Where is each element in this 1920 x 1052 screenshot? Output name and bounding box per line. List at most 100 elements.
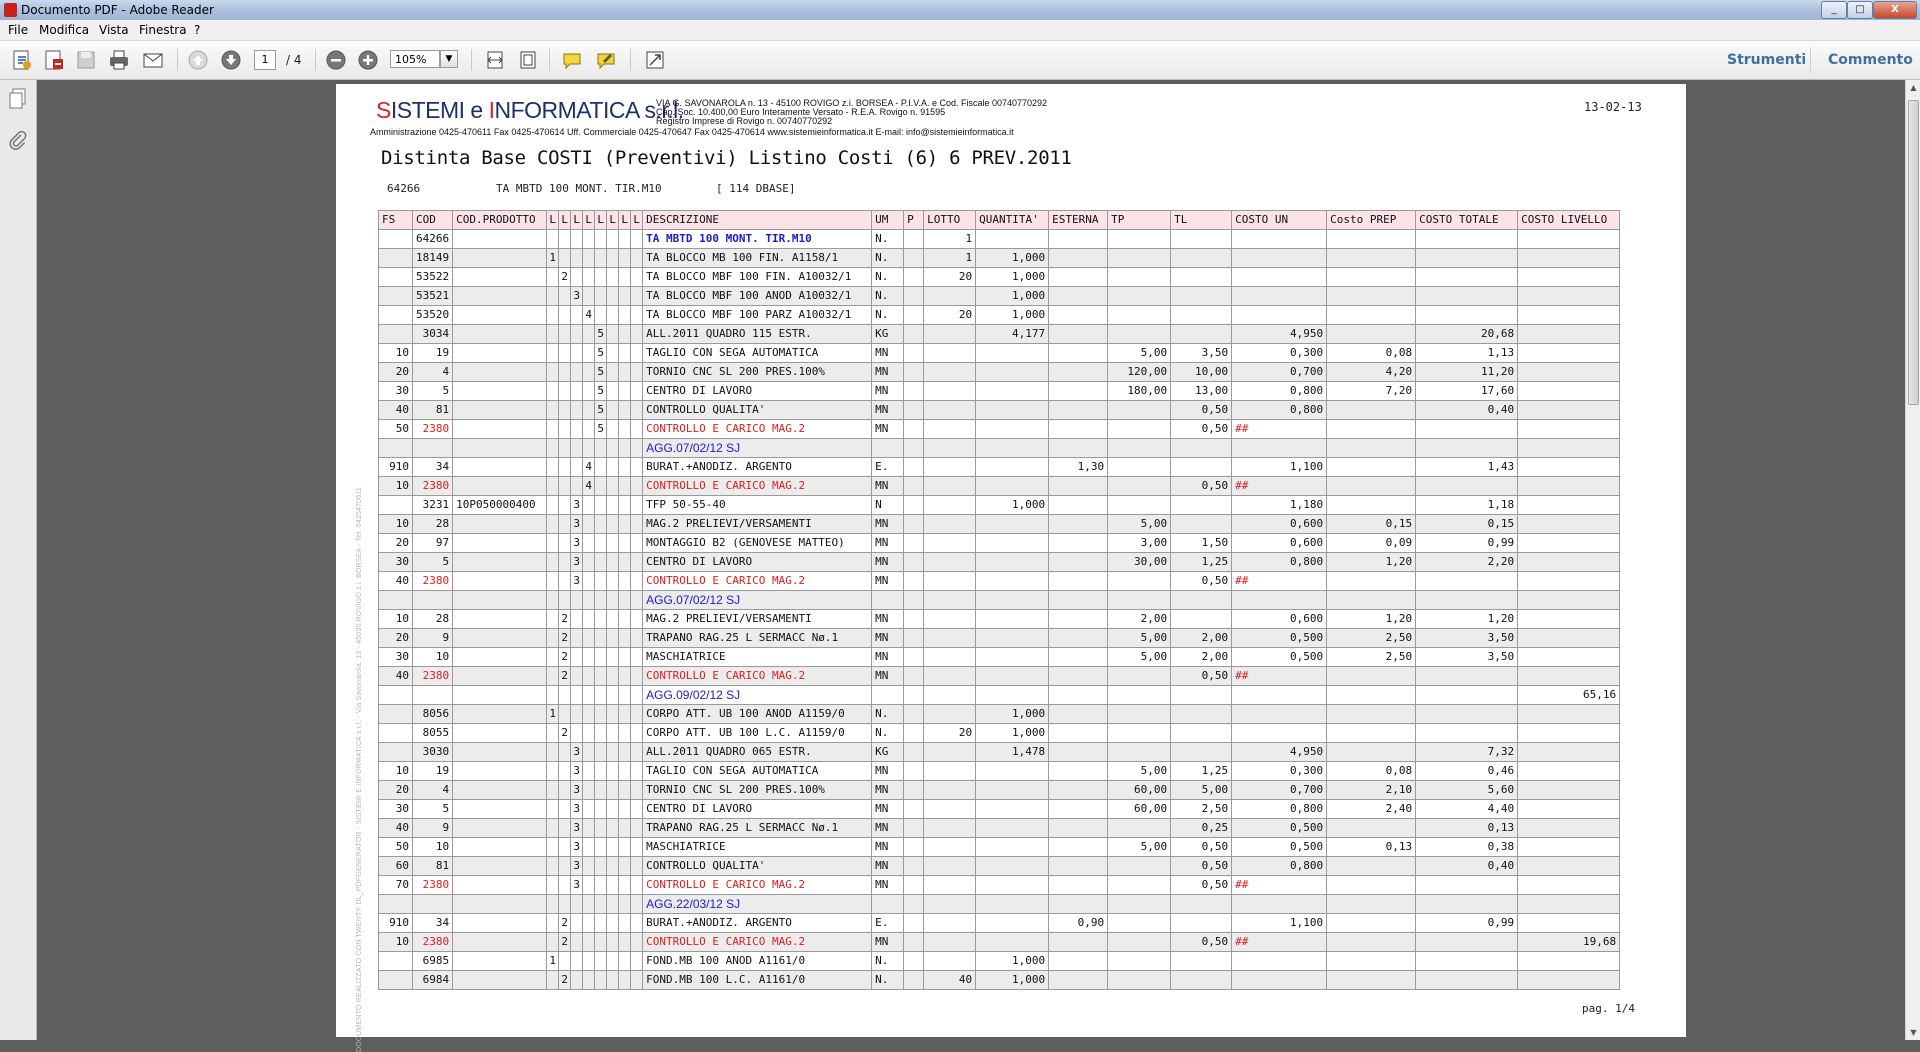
cell-level <box>630 552 644 572</box>
column-header: TP <box>1107 210 1172 230</box>
cell-cliv <box>1517 552 1621 572</box>
print-icon[interactable] <box>107 48 131 72</box>
table-row: 10 28 3 MAG.2 PRELIEVI/VERSAMENTI MN 5,00 0,60… <box>378 514 1621 534</box>
scroll-down-icon[interactable]: ▼ <box>1906 1025 1920 1040</box>
cell-cod: 97 <box>411 533 454 553</box>
comment-panel-link[interactable]: Commento <box>1828 52 1913 68</box>
cell-qta <box>975 647 1050 667</box>
cell-qta <box>975 818 1050 838</box>
cell-ctot: 20,68 <box>1415 324 1519 344</box>
vertical-scrollbar[interactable]: ▲ ▼ <box>1905 80 1920 1040</box>
cell-level <box>594 457 608 477</box>
previous-page-icon[interactable] <box>186 48 210 72</box>
page-thumbnails-icon[interactable] <box>8 88 28 110</box>
tools-panel-link[interactable]: Strumenti <box>1727 52 1806 68</box>
cell-p <box>903 343 925 363</box>
menu-modifica[interactable]: Modifica <box>39 23 89 37</box>
document-area[interactable]: SISTEMI e INFORMATICA s.r.l. VIA G. SAVO… <box>37 80 1920 1052</box>
cell-level <box>630 343 644 363</box>
cell-um: MN <box>871 780 905 800</box>
cell-level <box>558 381 572 401</box>
sign-icon[interactable] <box>594 48 618 72</box>
cell-qta <box>975 799 1050 819</box>
cell-tp <box>1107 400 1172 420</box>
company-logo: SISTEMI e INFORMATICA s.r.l. <box>376 97 684 124</box>
cell-desc: CENTRO DI LAVORO <box>642 799 873 819</box>
edit-pdf-icon[interactable] <box>42 48 66 72</box>
table-row: 50 2380 5 CONTROLLO E CARICO MAG.2 MN 0,50 ## <box>378 419 1621 439</box>
cell-level <box>618 723 632 743</box>
cell-cliv <box>1517 875 1621 895</box>
cell-fs: 30 <box>378 647 413 667</box>
cell-tl: 3,50 <box>1170 343 1233 363</box>
cell-level: 2 <box>558 267 572 287</box>
zoom-input[interactable]: 105% <box>390 50 440 68</box>
cell-level: 3 <box>570 837 584 857</box>
cell-tl: 0,25 <box>1170 818 1233 838</box>
cell-prod <box>452 324 548 344</box>
cell-tp <box>1107 913 1172 933</box>
cell-level <box>570 685 584 705</box>
cell-p <box>903 362 925 382</box>
zoom-dropdown-icon[interactable]: ▼ <box>440 50 458 68</box>
close-button[interactable]: X <box>1873 1 1917 19</box>
zoom-out-icon[interactable] <box>324 48 348 72</box>
cell-tp <box>1107 286 1172 306</box>
cell-level <box>630 837 644 857</box>
next-page-icon[interactable] <box>219 48 243 72</box>
comment-bubble-icon[interactable] <box>560 48 584 72</box>
cell-qta <box>975 457 1050 477</box>
cell-fs <box>378 248 413 268</box>
cell-cod: 2380 <box>411 666 454 686</box>
cell-tp: 3,00 <box>1107 533 1172 553</box>
cell-tl: 0,50 <box>1170 856 1233 876</box>
menu-vista[interactable]: Vista <box>99 23 129 37</box>
cell-desc: TAGLIO CON SEGA AUTOMATICA <box>642 761 873 781</box>
zoom-in-icon[interactable] <box>356 48 380 72</box>
cell-um: N <box>871 495 905 515</box>
scroll-up-icon[interactable]: ▲ <box>1906 80 1920 95</box>
cell-level <box>606 476 620 496</box>
cell-level <box>546 229 560 249</box>
cell-est <box>1048 875 1109 895</box>
cell-cprep: 2,50 <box>1326 647 1417 667</box>
table-row: 20 4 3 TORNIO CNC SL 200 PRES.100% MN 60,00 5,… <box>378 780 1621 800</box>
fit-width-icon[interactable] <box>483 48 507 72</box>
scroll-thumb[interactable] <box>1908 100 1919 405</box>
cell-lotto <box>923 495 977 515</box>
cell-fs: 40 <box>378 666 413 686</box>
cell-p <box>903 913 925 933</box>
fullscreen-icon[interactable] <box>643 48 667 72</box>
cell-level <box>618 419 632 439</box>
cell-um <box>871 685 905 705</box>
page-number-input[interactable]: 1 <box>254 50 276 70</box>
cell-est <box>1048 305 1109 325</box>
maximize-button[interactable]: □ <box>1847 1 1873 19</box>
menu-finestra[interactable]: Finestra <box>139 23 187 37</box>
menu-help[interactable]: ? <box>194 23 200 37</box>
cell-cliv <box>1517 324 1621 344</box>
cell-level <box>546 381 560 401</box>
save-icon[interactable] <box>74 48 98 72</box>
menu-file[interactable]: File <box>8 23 28 37</box>
create-pdf-icon[interactable] <box>10 48 34 72</box>
cell-um: MN <box>871 362 905 382</box>
minimize-button[interactable]: _ <box>1821 1 1847 19</box>
attachments-icon[interactable] <box>8 130 28 152</box>
cell-cprep <box>1326 951 1417 971</box>
fit-page-icon[interactable] <box>516 48 540 72</box>
cell-desc: AGG.22/03/12 SJ <box>642 894 873 914</box>
cell-ctot: 1,20 <box>1415 609 1519 629</box>
cell-qta <box>975 343 1050 363</box>
cell-tp <box>1107 229 1172 249</box>
cell-level <box>558 571 572 591</box>
cell-desc: TA BLOCCO MB 100 FIN. A1158/1 <box>642 248 873 268</box>
cell-level <box>630 685 644 705</box>
cell-level <box>618 609 632 629</box>
cell-level <box>630 305 644 325</box>
email-icon[interactable] <box>141 48 165 72</box>
cell-tp: 5,00 <box>1107 343 1172 363</box>
cell-desc: CONTROLLO E CARICO MAG.2 <box>642 875 873 895</box>
cell-tl: 1,25 <box>1170 552 1233 572</box>
cell-qta <box>975 571 1050 591</box>
